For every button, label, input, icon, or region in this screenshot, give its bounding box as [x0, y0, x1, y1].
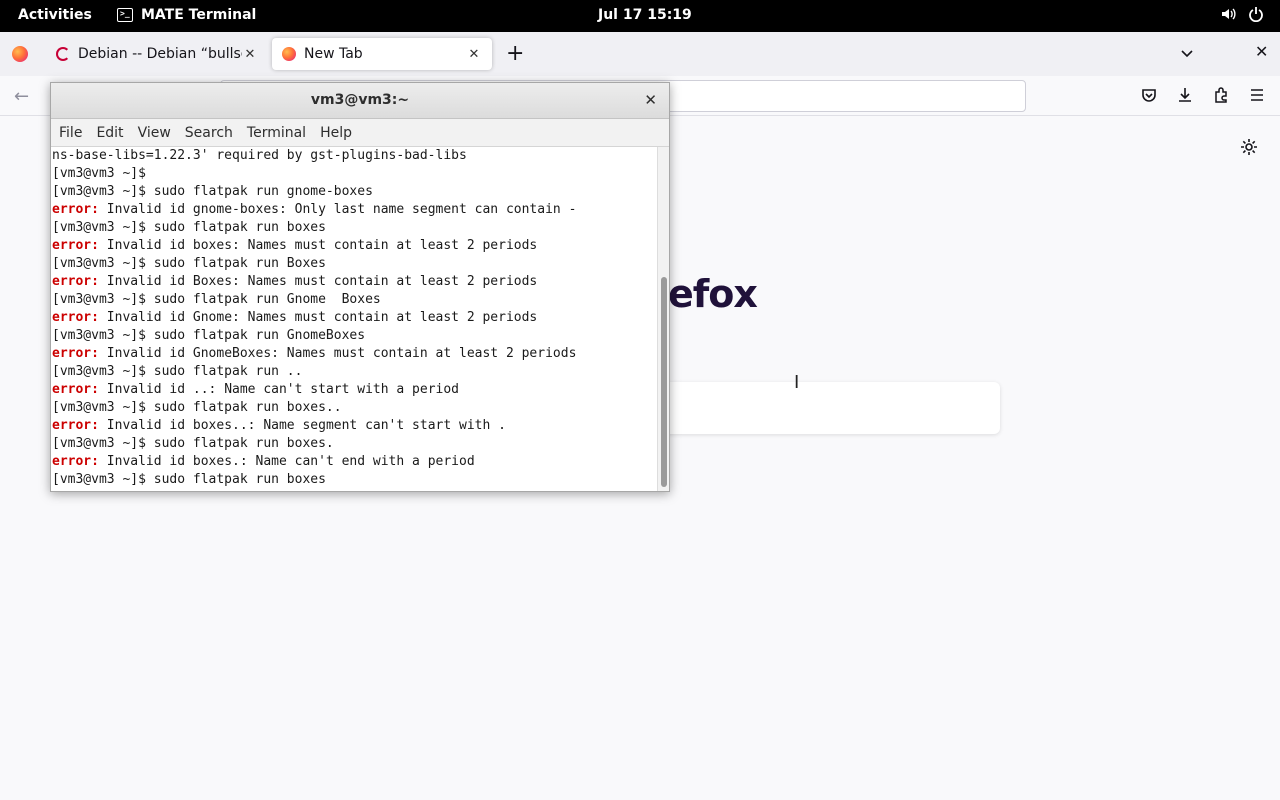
window-close-icon[interactable]: ✕ — [1255, 42, 1268, 61]
toolbar-icons — [1140, 86, 1266, 104]
line-text: [vm3@vm3 ~]$ sudo flatpak run boxes — [52, 472, 326, 487]
error-prefix: error: — [52, 202, 99, 217]
hamburger-menu-icon[interactable] — [1248, 86, 1266, 104]
menu-help[interactable]: Help — [320, 119, 362, 146]
line-text: Invalid id ..: Name can't start with a p… — [98, 382, 459, 397]
error-prefix: error: — [52, 418, 99, 433]
line-text: Invalid id boxes..: Name segment can't s… — [98, 418, 506, 433]
terminal-line: [vm3@vm3 ~]$ sudo flatpak run boxes — [51, 219, 657, 237]
error-prefix: error: — [52, 274, 99, 289]
terminal-line: error: Invalid id boxes: Names must cont… — [51, 237, 657, 255]
terminal-menubar: File Edit View Search Terminal Help — [51, 119, 669, 147]
line-text: Invalid id gnome-boxes: Only last name s… — [98, 202, 577, 217]
line-text: ns-base-libs=1.22.3' required by gst-plu… — [52, 148, 467, 163]
terminal-line: error: Invalid id boxes.: Name can't end… — [51, 453, 657, 471]
line-text: Invalid id boxes: Names must contain at … — [98, 238, 538, 253]
newtab-search-box[interactable] — [662, 382, 1000, 434]
pocket-icon[interactable] — [1140, 86, 1158, 104]
error-prefix: error: — [52, 346, 99, 361]
terminal-line: error: Invalid id ..: Name can't start w… — [51, 381, 657, 399]
tab-label: Debian -- Debian “bullseye” — [78, 46, 242, 62]
power-icon — [1249, 7, 1263, 22]
menu-view[interactable]: View — [138, 119, 181, 146]
clock[interactable]: Jul 17 15:19 — [598, 7, 692, 23]
line-text: [vm3@vm3 ~]$ sudo flatpak run gnome-boxe… — [52, 184, 373, 199]
firefox-favicon-icon — [282, 47, 296, 61]
line-text: Invalid id Gnome: Names must contain at … — [98, 310, 538, 325]
menu-search[interactable]: Search — [185, 119, 243, 146]
back-arrow-icon[interactable]: ← — [14, 86, 29, 107]
menu-edit[interactable]: Edit — [96, 119, 133, 146]
app-menu[interactable]: >_ MATE Terminal — [117, 7, 256, 23]
scrollbar-thumb[interactable] — [661, 277, 667, 487]
top-bar: Activities >_ MATE Terminal Jul 17 15:19 — [0, 0, 1280, 32]
line-text: Invalid id boxes.: Name can't end with a… — [98, 454, 475, 469]
error-prefix: error: — [52, 310, 99, 325]
terminal-titlebar[interactable]: vm3@vm3:~ ✕ — [51, 83, 669, 119]
app-name: MATE Terminal — [141, 7, 257, 23]
line-text: [vm3@vm3 ~]$ sudo flatpak run GnomeBoxes — [52, 328, 366, 343]
line-text: [vm3@vm3 ~]$ sudo flatpak run Gnome Boxe… — [52, 292, 381, 307]
gear-icon[interactable] — [1240, 138, 1258, 156]
terminal-line: [vm3@vm3 ~]$ sudo flatpak run boxes. — [51, 435, 657, 453]
tab-debian[interactable]: Debian -- Debian “bullseye” ✕ — [46, 38, 268, 70]
terminal-window: vm3@vm3:~ ✕ File Edit View Search Termin… — [50, 82, 670, 492]
terminal-line: [vm3@vm3 ~]$ sudo flatpak run .. — [51, 363, 657, 381]
terminal-screen[interactable]: ns-base-libs=1.22.3' required by gst-plu… — [51, 147, 657, 491]
line-text: [vm3@vm3 ~]$ sudo flatpak run Boxes — [52, 256, 326, 271]
new-tab-button[interactable]: + — [506, 42, 524, 66]
terminal-line: error: Invalid id boxes..: Name segment … — [51, 417, 657, 435]
scrollbar[interactable] — [657, 147, 669, 491]
terminal-line: ns-base-libs=1.22.3' required by gst-plu… — [51, 147, 657, 165]
debian-favicon-icon — [56, 47, 70, 61]
close-icon[interactable]: ✕ — [644, 91, 657, 109]
terminal-line: [vm3@vm3 ~]$ — [51, 165, 657, 183]
line-text: [vm3@vm3 ~]$ sudo flatpak run boxes.. — [52, 400, 342, 415]
firefox-wordmark: efox — [668, 272, 758, 316]
extensions-icon[interactable] — [1212, 86, 1230, 104]
line-text: [vm3@vm3 ~]$ sudo flatpak run boxes — [52, 220, 326, 235]
terminal-icon: >_ — [117, 8, 133, 22]
terminal-line: [vm3@vm3 ~]$ sudo flatpak run Gnome Boxe… — [51, 291, 657, 309]
terminal-line: [vm3@vm3 ~]$ sudo flatpak run Boxes — [51, 255, 657, 273]
terminal-line: error: Invalid id Gnome: Names must cont… — [51, 309, 657, 327]
volume-icon — [1222, 8, 1236, 20]
line-text: [vm3@vm3 ~]$ sudo flatpak run boxes. — [52, 436, 334, 451]
line-text: [vm3@vm3 ~]$ — [52, 166, 146, 181]
close-icon[interactable]: ✕ — [242, 47, 258, 62]
line-text: Invalid id GnomeBoxes: Names must contai… — [98, 346, 577, 361]
close-icon[interactable]: ✕ — [466, 47, 482, 62]
terminal-line: error: Invalid id Boxes: Names must cont… — [51, 273, 657, 291]
chevron-down-icon[interactable] — [1180, 46, 1194, 60]
firefox-view-icon[interactable] — [12, 46, 28, 62]
activities-button[interactable]: Activities — [18, 7, 92, 23]
menu-terminal[interactable]: Terminal — [247, 119, 316, 146]
tab-label: New Tab — [304, 46, 363, 62]
terminal-line: [vm3@vm3 ~]$ sudo flatpak run gnome-boxe… — [51, 183, 657, 201]
error-prefix: error: — [52, 454, 99, 469]
terminal-line: error: Invalid id gnome-boxes: Only last… — [51, 201, 657, 219]
terminal-line: error: Invalid id GnomeBoxes: Names must… — [51, 345, 657, 363]
text-cursor-icon: I — [794, 372, 800, 393]
line-text: [vm3@vm3 ~]$ sudo flatpak run .. — [52, 364, 303, 379]
tab-new-tab[interactable]: New Tab ✕ — [272, 38, 492, 70]
error-prefix: error: — [52, 382, 99, 397]
terminal-line: [vm3@vm3 ~]$ sudo flatpak run GnomeBoxes — [51, 327, 657, 345]
terminal-line: [vm3@vm3 ~]$ sudo flatpak run boxes — [51, 471, 657, 489]
error-prefix: error: — [52, 238, 99, 253]
download-icon[interactable] — [1176, 86, 1194, 104]
window-title: vm3@vm3:~ — [310, 92, 410, 108]
system-menu[interactable] — [1220, 6, 1264, 22]
tab-bar: Debian -- Debian “bullseye” ✕ New Tab ✕ … — [0, 32, 1280, 76]
menu-file[interactable]: File — [59, 119, 92, 146]
terminal-line: [vm3@vm3 ~]$ sudo flatpak run boxes.. — [51, 399, 657, 417]
line-text: Invalid id Boxes: Names must contain at … — [98, 274, 538, 289]
